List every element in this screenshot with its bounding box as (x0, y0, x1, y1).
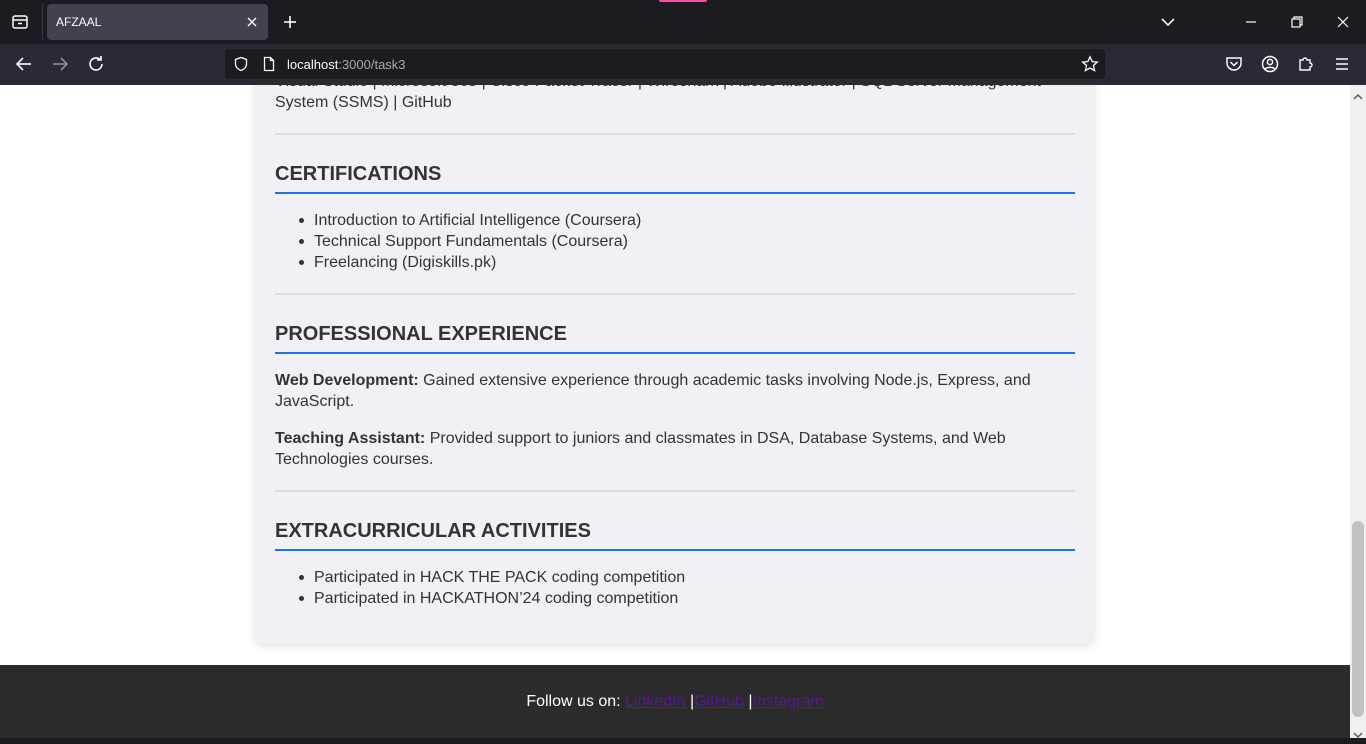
tab-title: AFZAAL (56, 15, 102, 29)
star-icon[interactable] (1081, 55, 1099, 73)
page-icon[interactable] (261, 56, 277, 72)
extracurricular-list: Participated in HACK THE PACK coding com… (299, 567, 685, 609)
shield-icon[interactable] (233, 56, 249, 72)
resume-card: Visual Studio | Microsoft 365 | Cisco Pa… (255, 85, 1094, 644)
instagram-link[interactable]: Instagram (753, 693, 824, 710)
skills-text: Visual Studio | Microsoft 365 | Cisco Pa… (275, 85, 1041, 111)
navigation-bar: localhost:3000/task3 (0, 44, 1366, 85)
page-footer: Follow us on: LinkedIn |GitHub |Instagra… (0, 665, 1350, 738)
restore-icon[interactable] (1285, 10, 1309, 34)
certifications-list: Introduction to Artificial Intelligence … (299, 210, 641, 273)
url-path: :3000/task3 (338, 57, 406, 72)
section-divider (275, 490, 1075, 492)
experience-heading: PROFESSIONAL EXPERIENCE (275, 323, 1075, 354)
footer-prefix: Follow us on: (526, 693, 626, 710)
list-item: Introduction to Artificial Intelligence … (299, 210, 641, 231)
github-link[interactable]: GitHub (694, 693, 744, 710)
tab-bar: AFZAAL (0, 0, 1366, 44)
page-viewport: Visual Studio | Microsoft 365 | Cisco Pa… (0, 85, 1350, 738)
back-arrow-icon[interactable] (12, 52, 36, 76)
vertical-scrollbar[interactable] (1350, 85, 1366, 738)
experience-item: Teaching Assistant: Provided support to … (275, 428, 1065, 470)
list-item: Participated in HACKATHON’24 coding comp… (299, 588, 685, 609)
extracurricular-heading: EXTRACURRICULAR ACTIVITIES (275, 520, 1075, 551)
url-bar[interactable]: localhost:3000/task3 (225, 49, 1105, 79)
chevron-down-icon[interactable] (1156, 10, 1180, 34)
list-item: Technical Support Fundamentals (Coursera… (299, 231, 641, 252)
account-icon[interactable] (1258, 52, 1282, 76)
scroll-up-arrow-icon[interactable] (1353, 88, 1363, 100)
sharing-indicator (659, 0, 707, 2)
linkedin-link[interactable]: LinkedIn (625, 693, 686, 710)
experience-title: Web Development: (275, 372, 419, 389)
experience-item: Web Development: Gained extensive experi… (275, 370, 1065, 412)
window-close-icon[interactable] (1331, 10, 1355, 34)
pocket-icon[interactable] (1222, 52, 1246, 76)
url-text[interactable]: localhost:3000/task3 (287, 57, 406, 72)
list-item: Freelancing (Digiskills.pk) (299, 252, 641, 273)
certifications-heading: CERTIFICATIONS (275, 163, 1075, 194)
minimize-icon[interactable] (1239, 10, 1263, 34)
experience-title: Teaching Assistant: (275, 430, 426, 447)
active-tab[interactable]: AFZAAL (47, 4, 268, 40)
menu-icon[interactable] (1330, 52, 1354, 76)
tab-list-icon[interactable] (8, 10, 32, 34)
section-divider (275, 293, 1075, 295)
extensions-icon[interactable] (1294, 52, 1318, 76)
plus-icon[interactable] (278, 10, 302, 34)
reload-icon[interactable] (84, 52, 108, 76)
scroll-down-arrow-icon[interactable] (1353, 726, 1363, 738)
forward-arrow-icon[interactable] (48, 52, 72, 76)
url-host: localhost (287, 57, 339, 72)
tab-separator (42, 4, 43, 40)
list-item: Participated in HACK THE PACK coding com… (299, 567, 685, 588)
section-divider (275, 133, 1075, 135)
close-icon[interactable] (244, 14, 260, 30)
scrollbar-thumb[interactable] (1352, 521, 1364, 717)
footer-social-links: Follow us on: LinkedIn |GitHub |Instagra… (0, 693, 1350, 711)
